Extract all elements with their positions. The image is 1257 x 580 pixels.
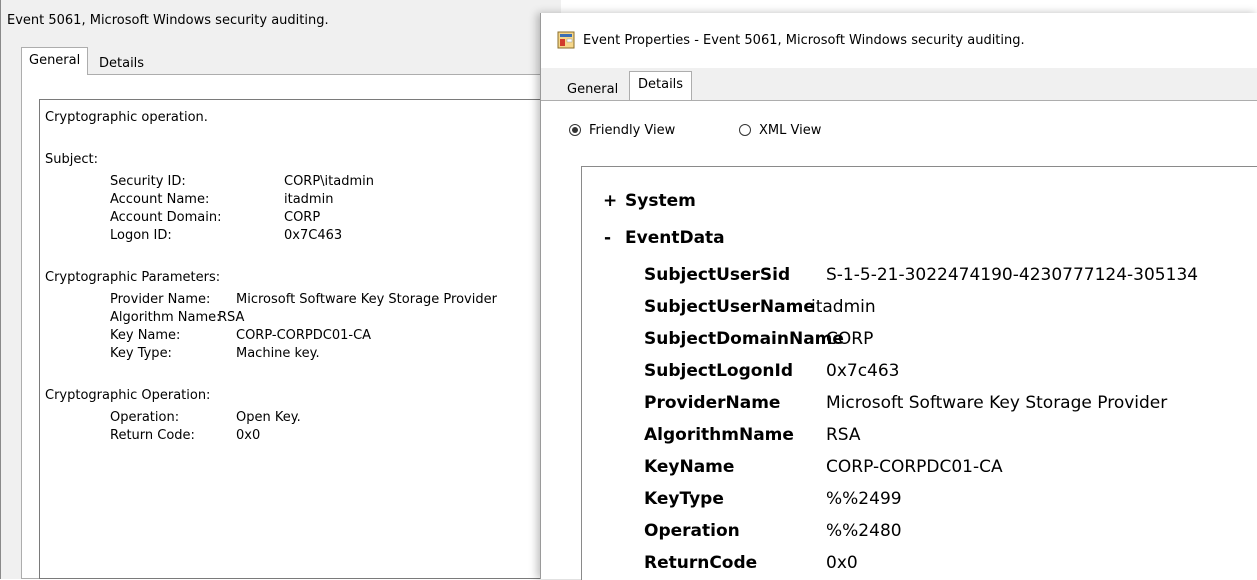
field-label: Operation: [110, 410, 180, 425]
properties-body: General Details Friendly View XML View +… [541, 68, 1257, 580]
subject-section-label: Subject: [45, 152, 98, 167]
operation-section-label: Cryptographic Operation: [45, 388, 211, 403]
event-details-window: Event 5061, Microsoft Windows security a… [0, 0, 561, 579]
field-value: 0x0 [826, 553, 858, 573]
field-value: %%2480 [826, 521, 902, 541]
field-key: Operation [644, 521, 740, 541]
field-label: Algorithm Name: [110, 310, 221, 325]
xml-view-label: XML View [759, 123, 822, 138]
field-key: ReturnCode [644, 553, 758, 573]
field-key: AlgorithmName [644, 425, 794, 445]
xml-view-radio[interactable]: XML View [739, 123, 821, 138]
event-properties-window: Event Properties - Event 5061, Microsoft… [540, 13, 1257, 580]
field-value: CORP-CORPDC01-CA [236, 328, 372, 343]
field-value: 0x7C463 [284, 228, 343, 243]
field-key: ProviderName [644, 393, 781, 413]
field-label: Security ID: [110, 174, 186, 189]
field-label: Return Code: [110, 428, 195, 443]
friendly-view-radio[interactable]: Friendly View [569, 123, 675, 138]
eventdata-node[interactable]: EventData [625, 228, 725, 248]
system-node[interactable]: System [625, 191, 696, 211]
details-tab-panel: Friendly View XML View + System - EventD… [541, 100, 1257, 580]
event-viewer-icon [557, 31, 575, 49]
field-label: Provider Name: [110, 292, 211, 307]
description-heading: Cryptographic operation. [45, 110, 208, 125]
title-bar[interactable]: Event Properties - Event 5061, Microsoft… [541, 13, 1257, 68]
tab-general[interactable]: General [21, 47, 89, 75]
field-key: KeyType [644, 489, 724, 509]
field-label: Key Name: [110, 328, 181, 343]
field-key: SubjectUserSid [644, 265, 791, 285]
field-key: SubjectDomainName [644, 329, 844, 349]
field-key: KeyName [644, 457, 735, 477]
field-value: itadmin [811, 297, 876, 317]
window-title: Event 5061, Microsoft Windows security a… [7, 13, 329, 28]
tab-details[interactable]: Details [629, 71, 693, 101]
field-key: SubjectLogonId [644, 361, 794, 381]
tab-general[interactable]: General [567, 82, 618, 97]
field-key: SubjectUserName [644, 297, 815, 317]
field-value: 0x0 [236, 428, 261, 443]
field-value: CORP-CORPDC01-CA [826, 457, 1003, 477]
field-label: Logon ID: [110, 228, 172, 243]
params-section-label: Cryptographic Parameters: [45, 270, 221, 285]
field-label: Account Name: [110, 192, 210, 207]
field-value: RSA [218, 310, 245, 325]
field-value: S-1-5-21-3022474190-4230777124-305134 [826, 265, 1199, 285]
field-value: Machine key. [236, 346, 320, 361]
field-value: %%2499 [826, 489, 902, 509]
eventdata-collapse-toggle[interactable]: - [604, 228, 611, 248]
field-value: RSA [826, 425, 861, 445]
window-title: Event Properties - Event 5061, Microsoft… [583, 33, 1025, 48]
radio-selected-icon [569, 124, 581, 136]
field-value: 0x7c463 [826, 361, 900, 381]
field-value: Microsoft Software Key Storage Provider [826, 393, 1168, 413]
field-value: Open Key. [236, 410, 301, 425]
field-label: Key Type: [110, 346, 172, 361]
field-value: CORP [826, 329, 874, 349]
friendly-view-label: Friendly View [589, 123, 676, 138]
tab-details[interactable]: Details [93, 52, 150, 76]
field-value: itadmin [284, 192, 334, 207]
field-value: Microsoft Software Key Storage Provider [236, 292, 497, 307]
field-value: CORP\itadmin [284, 174, 375, 189]
friendly-view-tree[interactable]: + System - EventData SubjectUserSid S-1-… [581, 166, 1257, 580]
field-value: CORP [284, 210, 321, 225]
system-expand-toggle[interactable]: + [603, 191, 617, 211]
event-description-box[interactable]: Cryptographic operation. Subject: Securi… [39, 99, 549, 579]
radio-unselected-icon [739, 124, 751, 136]
field-label: Account Domain: [110, 210, 222, 225]
